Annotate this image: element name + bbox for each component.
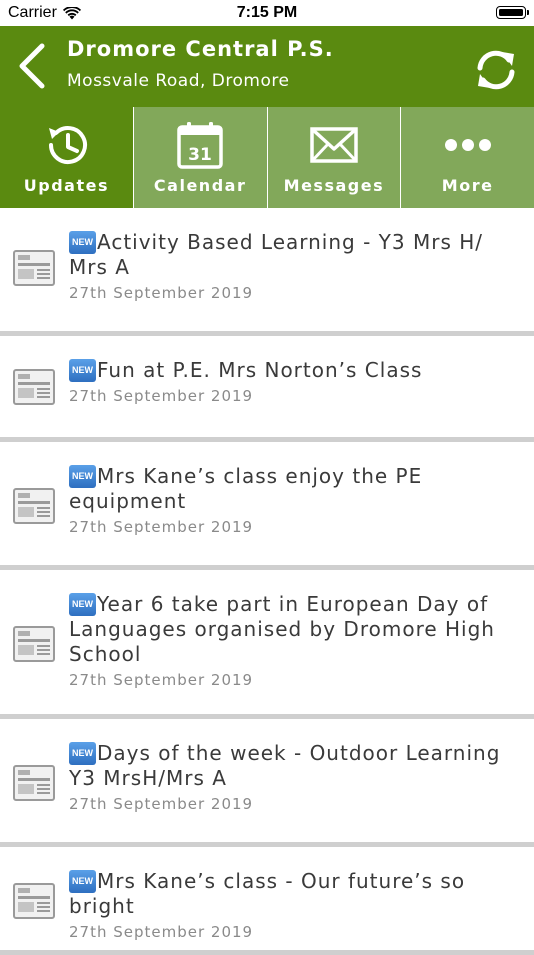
tab-label: Updates (23, 176, 109, 195)
tab-label: Calendar (153, 176, 247, 195)
refresh-icon[interactable] (472, 46, 520, 94)
news-title-text: Mrs Kane’s class enjoy the PE equipment (69, 464, 423, 513)
calendar-icon: 31 (177, 122, 223, 169)
news-date: 27th September 2019 (69, 795, 254, 813)
tab-calendar[interactable]: 31 Calendar (132, 107, 267, 208)
news-date: 27th September 2019 (69, 518, 254, 536)
news-title: NEW Activity Based Learning - Y3 Mrs H/ M… (69, 230, 522, 280)
school-name: Dromore Central P.S. (67, 37, 334, 61)
news-title-text: Fun at P.E. Mrs Norton’s Class (97, 358, 423, 382)
newspaper-icon (13, 250, 55, 286)
clock: 7:15 PM (236, 4, 298, 21)
news-date: 27th September 2019 (69, 923, 254, 941)
news-date: 27th September 2019 (69, 387, 254, 405)
ellipsis-icon (444, 139, 491, 151)
newspaper-icon (13, 626, 55, 662)
new-badge: NEW (69, 593, 96, 616)
news-list: NEW Activity Based Learning - Y3 Mrs H/ M… (0, 208, 534, 955)
tab-updates[interactable]: Updates (0, 107, 133, 208)
news-title: NEW Mrs Kane’s class - Our future’s so br… (69, 869, 522, 919)
newspaper-icon (13, 765, 55, 801)
news-date: 27th September 2019 (69, 284, 254, 302)
new-badge: NEW (69, 742, 96, 765)
tab-label: More (441, 176, 494, 195)
new-badge: NEW (69, 870, 96, 893)
newspaper-icon (13, 883, 55, 919)
new-badge: NEW (69, 231, 96, 254)
clock-history-icon (49, 126, 88, 165)
news-item[interactable]: NEW Days of the week - Outdoor Learning Y… (0, 719, 534, 847)
news-title: NEW Fun at P.E. Mrs Norton’s Class (69, 358, 522, 383)
news-item[interactable]: NEW Fun at P.E. Mrs Norton’s Class 27th S… (0, 336, 534, 442)
news-title-text: Activity Based Learning - Y3 Mrs H/ Mrs … (69, 230, 483, 279)
calendar-day: 31 (188, 145, 212, 165)
news-title-text: Year 6 take part in European Day of Lang… (69, 592, 495, 666)
news-title: NEW Mrs Kane’s class enjoy the PE equipme… (69, 464, 522, 514)
status-bar: Carrier 7:15 PM (0, 0, 534, 26)
envelope-icon (310, 127, 358, 163)
new-badge: NEW (69, 465, 96, 488)
tab-messages[interactable]: Messages (266, 107, 401, 208)
news-title: NEW Year 6 take part in European Day of L… (69, 592, 522, 667)
news-item[interactable]: NEW Mrs Kane’s class - Our future’s so br… (0, 847, 534, 955)
tab-label: Messages (283, 176, 385, 195)
news-title: NEW Days of the week - Outdoor Learning Y… (69, 741, 522, 791)
chevron-left-icon[interactable] (14, 42, 48, 90)
new-badge: NEW (69, 359, 96, 382)
news-item[interactable]: NEW Mrs Kane’s class enjoy the PE equipme… (0, 442, 534, 570)
news-date: 27th September 2019 (69, 671, 254, 689)
battery-icon (496, 6, 529, 19)
news-title-text: Days of the week - Outdoor Learning Y3 M… (69, 741, 501, 790)
tab-bar: Updates 31 Calendar Messages More (0, 107, 534, 208)
app-header: Dromore Central P.S. Mossvale Road, Drom… (0, 26, 534, 107)
newspaper-icon (13, 369, 55, 405)
news-item[interactable]: NEW Year 6 take part in European Day of L… (0, 570, 534, 719)
newspaper-icon (13, 488, 55, 524)
news-title-text: Mrs Kane’s class - Our future’s so brigh… (69, 869, 466, 918)
news-item[interactable]: NEW Activity Based Learning - Y3 Mrs H/ M… (0, 208, 534, 336)
school-address: Mossvale Road, Dromore (67, 71, 290, 91)
school-heading: Dromore Central P.S. Mossvale Road, Drom… (67, 37, 334, 91)
tab-more[interactable]: More (400, 107, 534, 208)
